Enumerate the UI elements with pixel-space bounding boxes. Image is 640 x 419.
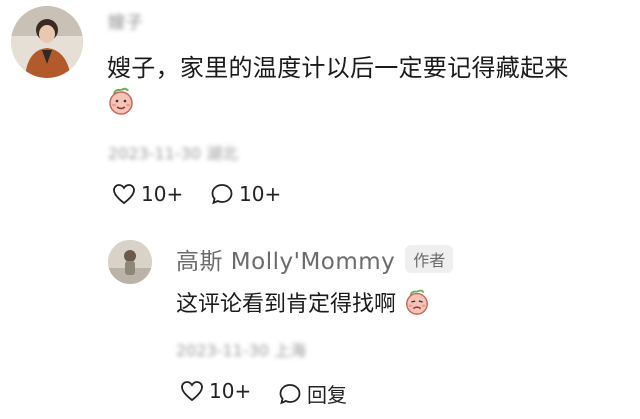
reply-author-row: 高斯 Molly'Mommy 作者 (176, 242, 454, 276)
comment-text-content: 嫂子，家里的温度计以后一定要记得藏起来 (107, 54, 569, 82)
like-button[interactable]: 10+ (112, 182, 183, 206)
peach-sticker-emoji (106, 86, 136, 120)
reply-author-name[interactable]: 高斯 Molly'Mommy (176, 242, 395, 276)
commenter-name[interactable]: 嫂子 (108, 8, 144, 33)
peach-sticker-emoji (403, 288, 431, 322)
commenter-avatar[interactable] (11, 6, 83, 78)
reply-author-avatar[interactable] (108, 240, 152, 284)
reply-text: 这评论看到肯定得找啊 (176, 286, 431, 322)
reply-text-content: 这评论看到肯定得找啊 (176, 292, 397, 317)
comment-meta: 2023-11-30 湖北 (108, 144, 239, 163)
reply-meta: 2023-11-30 上海 (176, 341, 307, 360)
comment-bubble-icon (211, 184, 233, 205)
heart-icon (113, 184, 135, 205)
reply-button[interactable]: 10+ (210, 182, 281, 206)
reply-count: 10+ (239, 182, 282, 206)
comment-text: 嫂子，家里的温度计以后一定要记得藏起来 (107, 48, 569, 83)
author-badge: 作者 (405, 245, 454, 273)
avatar-image (11, 6, 83, 78)
reply-reply-button[interactable]: 回复 (278, 379, 347, 408)
reply-like-button[interactable]: 10+ (180, 379, 251, 403)
reply-like-count: 10+ (209, 379, 252, 403)
reply-label: 回复 (307, 383, 347, 407)
heart-icon (181, 381, 203, 402)
avatar-image (108, 240, 152, 284)
comment-bubble-icon (279, 383, 301, 404)
like-count: 10+ (141, 182, 184, 206)
